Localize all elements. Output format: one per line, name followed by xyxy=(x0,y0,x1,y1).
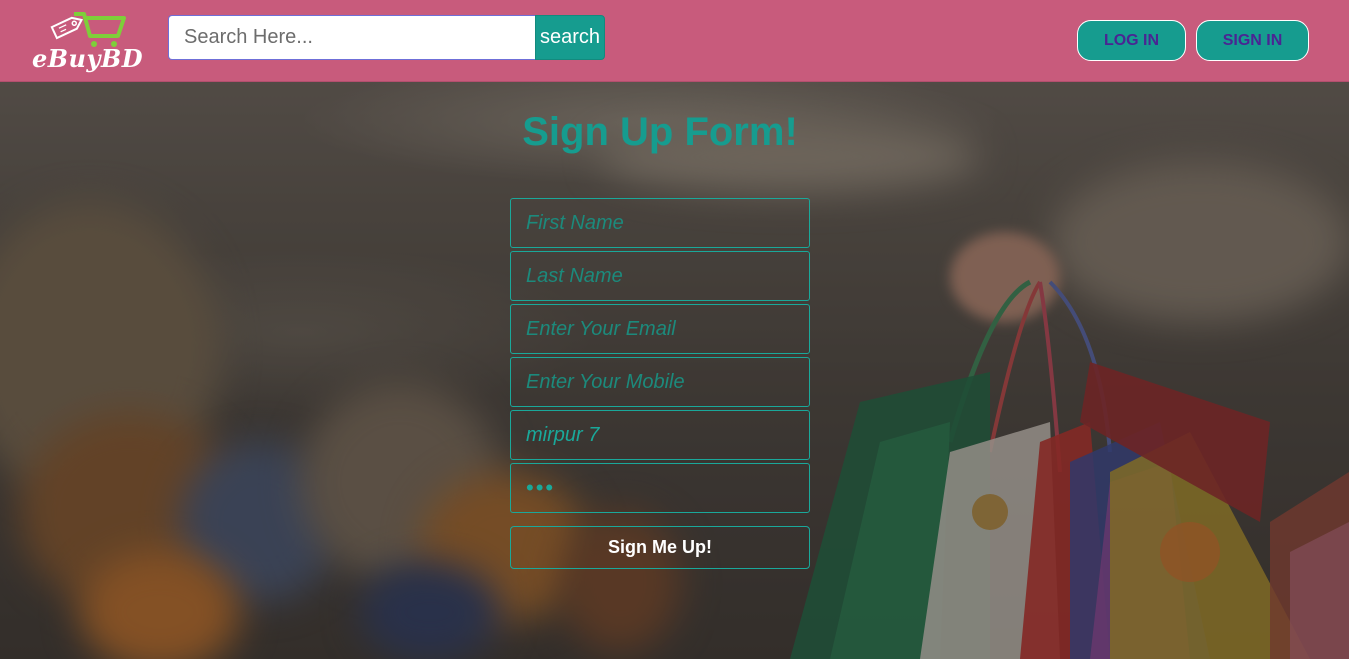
mobile-field[interactable] xyxy=(510,357,810,407)
email-field[interactable] xyxy=(510,304,810,354)
login-button[interactable]: LOG IN xyxy=(1077,20,1186,61)
sign-up-button[interactable]: Sign Me Up! xyxy=(510,526,810,569)
search-input[interactable] xyxy=(168,15,535,60)
brand-name: eBuyBD xyxy=(32,44,144,73)
signin-button[interactable]: SIGN IN xyxy=(1196,20,1309,61)
search-bar: search xyxy=(168,15,605,60)
last-name-field[interactable] xyxy=(510,251,810,301)
navbar: eBuyBD search LOG IN SIGN IN xyxy=(0,0,1349,82)
address-field[interactable] xyxy=(510,410,810,460)
first-name-field[interactable] xyxy=(510,198,810,248)
password-field[interactable] xyxy=(510,463,810,513)
search-button[interactable]: search xyxy=(535,15,605,60)
brand-logo[interactable]: eBuyBD xyxy=(30,10,146,73)
form-title: Sign Up Form! xyxy=(522,110,798,154)
